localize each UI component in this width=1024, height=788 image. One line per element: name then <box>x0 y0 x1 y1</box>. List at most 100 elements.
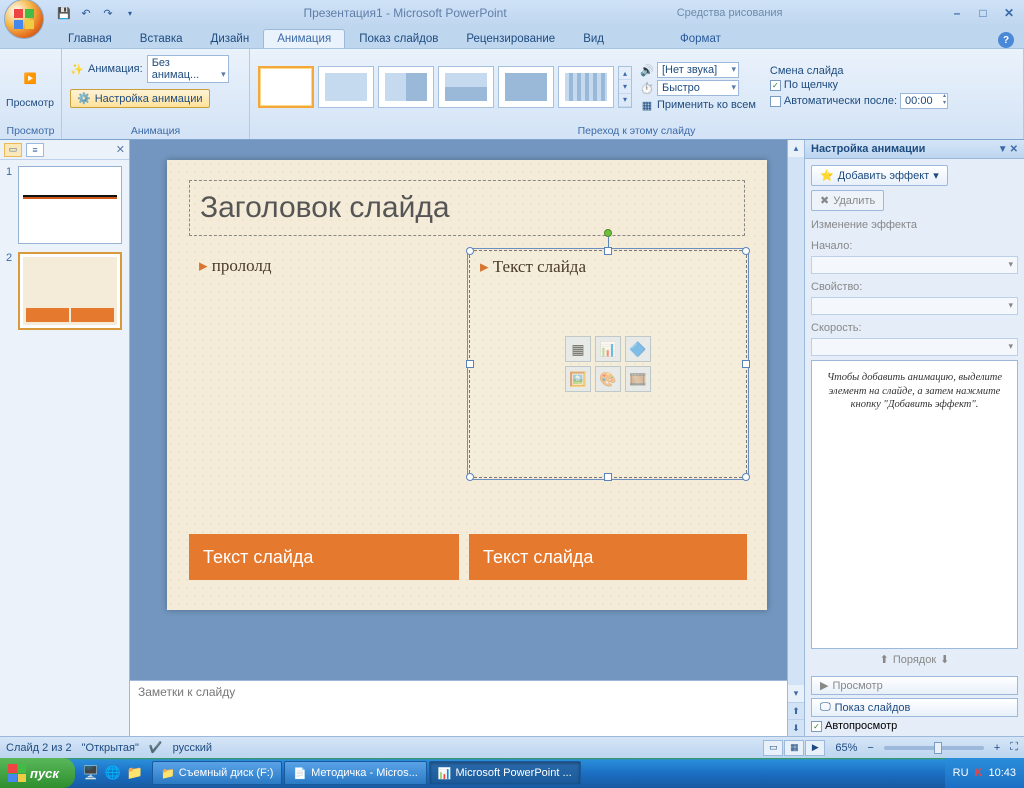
reorder-up-icon[interactable]: ⬆ <box>880 653 889 666</box>
show-desktop-icon[interactable]: 🖥️ <box>81 762 101 784</box>
start-combo[interactable] <box>811 256 1018 274</box>
insert-smartart-icon[interactable]: 🔷 <box>625 336 651 362</box>
slide-canvas[interactable]: Заголовок слайда прололд Текст слайда ▦ … <box>167 160 767 610</box>
footer-left-placeholder[interactable]: Текст слайда <box>189 534 459 580</box>
slide-thumb-2[interactable] <box>18 252 122 330</box>
tab-design[interactable]: Дизайн <box>197 29 264 48</box>
content-left-placeholder[interactable]: прололд <box>189 250 459 470</box>
slideshow-view-icon[interactable]: ▶ <box>805 740 825 756</box>
outline-tab[interactable]: ≡ <box>26 143 44 157</box>
tab-format[interactable]: Формат <box>666 29 735 48</box>
spellcheck-icon[interactable]: ✔️ <box>149 741 163 754</box>
tab-animation[interactable]: Анимация <box>263 29 345 48</box>
resize-handle[interactable] <box>604 473 612 481</box>
resize-handle[interactable] <box>742 247 750 255</box>
tab-view[interactable]: Вид <box>569 29 618 48</box>
custom-animation-button[interactable]: ⚙️ Настройка анимации <box>70 89 210 108</box>
tab-home[interactable]: Главная <box>54 29 126 48</box>
ie-icon[interactable]: 🌐 <box>103 762 123 784</box>
minimize-icon[interactable]: – <box>946 5 968 21</box>
content-right-placeholder[interactable]: Текст слайда ▦ 📊 🔷 🖼️ 🎨 🎞️ <box>469 250 747 478</box>
insert-table-icon[interactable]: ▦ <box>565 336 591 362</box>
insert-chart-icon[interactable]: 📊 <box>595 336 621 362</box>
sound-icon: 🔊 <box>640 63 654 77</box>
property-combo[interactable] <box>811 297 1018 315</box>
vertical-scrollbar[interactable]: ▴▾ ⬆ ⬇ <box>787 140 804 736</box>
zoom-out-icon[interactable]: − <box>867 742 873 754</box>
tab-review[interactable]: Рецензирование <box>452 29 569 48</box>
sorter-view-icon[interactable]: ▦ <box>784 740 804 756</box>
transition-gallery[interactable]: ▴▾▾ <box>258 66 632 108</box>
gallery-more[interactable]: ▴▾▾ <box>618 66 632 108</box>
slide-thumb-1[interactable] <box>18 166 122 244</box>
autopreview-checkbox[interactable]: ✓ <box>811 721 822 732</box>
fit-window-icon[interactable]: ⛶ <box>1010 741 1018 754</box>
resize-handle[interactable] <box>604 247 612 255</box>
taskbar-item[interactable]: 📄 Методичка - Micros... <box>284 761 426 785</box>
insert-media-icon[interactable]: 🎞️ <box>625 366 651 392</box>
rotate-handle[interactable] <box>604 229 612 237</box>
start-button[interactable]: пуск <box>0 758 75 788</box>
taskbar-item[interactable]: 📁 Съемный диск (F:) <box>152 761 282 785</box>
group-transition: Переход к этому слайду <box>254 123 1019 139</box>
qat-more-icon[interactable]: ▾ <box>120 3 140 23</box>
language-indicator[interactable]: RU <box>953 767 969 779</box>
tab-insert[interactable]: Вставка <box>126 29 197 48</box>
speed-combo[interactable]: Быстро <box>657 80 739 96</box>
auto-after-checkbox[interactable] <box>770 96 781 107</box>
transition-item[interactable] <box>498 66 554 108</box>
zoom-slider[interactable] <box>884 746 984 750</box>
resize-handle[interactable] <box>466 473 474 481</box>
insert-picture-icon[interactable]: 🖼️ <box>565 366 591 392</box>
prev-slide-icon[interactable]: ⬆ <box>788 702 804 719</box>
on-click-checkbox[interactable]: ✓ <box>770 80 781 91</box>
insert-clipart-icon[interactable]: 🎨 <box>595 366 621 392</box>
transition-item[interactable] <box>318 66 374 108</box>
add-effect-button[interactable]: ⭐Добавить эффект ▾ <box>811 165 948 186</box>
taskpane-close-icon[interactable]: ✕ <box>1010 144 1018 155</box>
tray-icon[interactable]: K <box>975 767 983 779</box>
notes-pane[interactable]: Заметки к слайду <box>130 680 787 736</box>
zoom-in-icon[interactable]: + <box>994 742 1000 754</box>
save-icon[interactable]: 💾 <box>54 3 74 23</box>
speed-combo[interactable] <box>811 338 1018 356</box>
play-button[interactable]: ▶ Просмотр <box>811 676 1018 695</box>
taskpane-menu-icon[interactable]: ▼ <box>998 144 1008 155</box>
resize-handle[interactable] <box>742 473 750 481</box>
auto-time-spinner[interactable]: 00:00 <box>900 93 948 109</box>
maximize-icon[interactable]: □ <box>972 5 994 21</box>
help-icon[interactable]: ? <box>998 32 1014 48</box>
tab-slideshow[interactable]: Показ слайдов <box>345 29 452 48</box>
apply-all-button[interactable]: ▦Применить ко всем <box>640 98 756 112</box>
sound-combo[interactable]: [Нет звука] <box>657 62 739 78</box>
transition-item[interactable] <box>438 66 494 108</box>
resize-handle[interactable] <box>742 360 750 368</box>
resize-handle[interactable] <box>466 247 474 255</box>
remove-effect-button[interactable]: ✖Удалить <box>811 190 884 211</box>
language-label[interactable]: русский <box>173 742 212 754</box>
zoom-value[interactable]: 65% <box>835 742 857 754</box>
normal-view-icon[interactable]: ▭ <box>763 740 783 756</box>
office-button[interactable] <box>4 0 44 39</box>
panel-close-icon[interactable]: ✕ <box>116 143 125 156</box>
windows-logo-icon <box>8 764 26 782</box>
explorer-icon[interactable]: 📁 <box>125 762 145 784</box>
title-placeholder[interactable]: Заголовок слайда <box>189 180 745 236</box>
slides-tab[interactable]: ▭ <box>4 143 22 157</box>
slideshow-button[interactable]: 🖵 Показ слайдов <box>811 698 1018 717</box>
animate-combo[interactable]: Без анимац... <box>147 55 229 83</box>
redo-icon[interactable]: ↷ <box>98 3 118 23</box>
taskbar-item[interactable]: 📊 Microsoft PowerPoint ... <box>429 761 581 785</box>
transition-item[interactable] <box>378 66 434 108</box>
transition-none[interactable] <box>258 66 314 108</box>
close-icon[interactable]: ✕ <box>998 5 1020 21</box>
footer-right-placeholder[interactable]: Текст слайда <box>469 534 747 580</box>
transition-item[interactable] <box>558 66 614 108</box>
next-slide-icon[interactable]: ⬇ <box>788 719 804 736</box>
undo-icon[interactable]: ↶ <box>76 3 96 23</box>
reorder-down-icon[interactable]: ⬇ <box>940 653 949 666</box>
preview-button[interactable]: ▶️ Просмотр <box>4 60 56 114</box>
resize-handle[interactable] <box>466 360 474 368</box>
titlebar: 💾 ↶ ↷ ▾ Презентация1 - Microsoft PowerPo… <box>0 0 1024 26</box>
clock[interactable]: 10:43 <box>988 767 1016 779</box>
